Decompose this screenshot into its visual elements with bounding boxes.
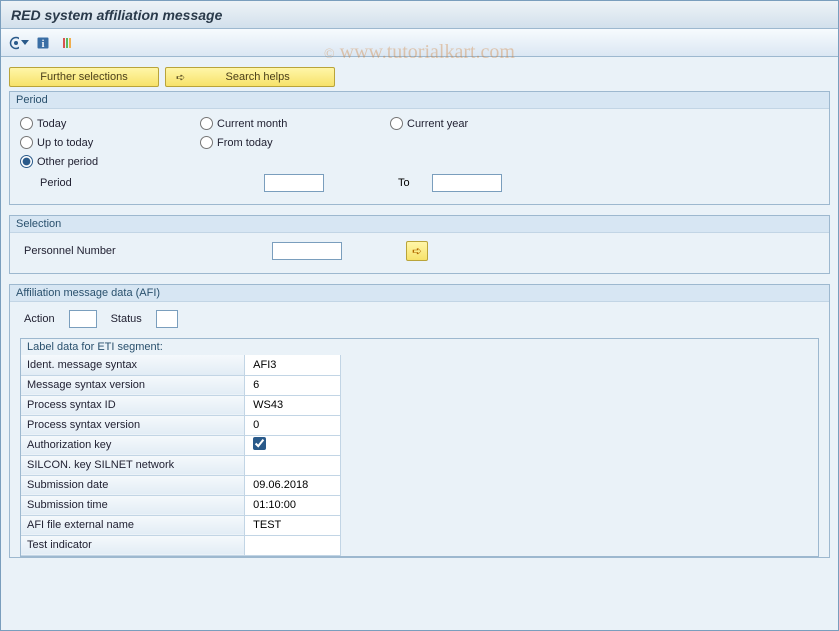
eti-field-value-cell	[245, 435, 341, 455]
further-selections-button[interactable]: Further selections	[9, 67, 159, 87]
eti-field-label: Message syntax version	[21, 375, 245, 395]
eti-field-input[interactable]	[251, 517, 334, 533]
eti-row: Ident. message syntax	[21, 355, 341, 375]
eti-field-label: Process syntax version	[21, 415, 245, 435]
eti-field-input[interactable]	[251, 377, 334, 393]
period-from-label: Period	[20, 177, 80, 189]
svg-text:i: i	[42, 39, 45, 50]
eti-row: AFI file external name	[21, 515, 341, 535]
multiple-selection-button[interactable]: ➪	[406, 241, 428, 261]
radio-today[interactable]: Today	[20, 117, 190, 130]
personnel-number-label: Personnel Number	[20, 245, 260, 257]
eti-field-label: Authorization key	[21, 435, 245, 455]
selection-group: Selection Personnel Number ➪	[9, 215, 830, 274]
selection-legend: Selection	[10, 216, 829, 233]
selection-buttons-row: Further selections ➪ Search helps	[9, 67, 830, 87]
eti-field-label: AFI file external name	[21, 515, 245, 535]
period-legend: Period	[10, 92, 829, 109]
eti-row: Process syntax version	[21, 415, 341, 435]
eti-field-input[interactable]	[251, 477, 334, 493]
eti-field-input[interactable]	[251, 417, 334, 433]
app-toolbar: i	[1, 29, 838, 57]
radio-current-month[interactable]: Current month	[200, 117, 380, 130]
eti-field-label: Submission time	[21, 495, 245, 515]
eti-row: Authorization key	[21, 435, 341, 455]
variant-icon[interactable]	[57, 34, 77, 52]
eti-field-input[interactable]	[251, 537, 334, 553]
radio-current-year[interactable]: Current year	[390, 117, 550, 130]
status-input[interactable]	[156, 310, 178, 328]
eti-group: Label data for ETI segment: Ident. messa…	[20, 338, 819, 557]
period-from-input[interactable]	[264, 174, 324, 192]
eti-field-label: Test indicator	[21, 535, 245, 555]
eti-field-input[interactable]	[251, 397, 334, 413]
page-title: RED system affiliation message	[11, 7, 222, 23]
eti-row: Message syntax version	[21, 375, 341, 395]
sap-window: © www.tutorialkart.com RED system affili…	[0, 0, 839, 631]
eti-field-value-cell	[245, 475, 341, 495]
eti-row: Test indicator	[21, 535, 341, 555]
eti-row: Submission date	[21, 475, 341, 495]
eti-field-input[interactable]	[251, 357, 334, 373]
eti-field-input[interactable]	[251, 457, 334, 473]
eti-field-table: Ident. message syntaxMessage syntax vers…	[21, 355, 341, 556]
eti-field-value-cell	[245, 355, 341, 375]
afi-legend: Affiliation message data (AFI)	[10, 285, 829, 302]
eti-field-value-cell	[245, 535, 341, 555]
eti-field-value-cell	[245, 375, 341, 395]
period-group: Period Today Current month Current year …	[9, 91, 830, 205]
eti-legend: Label data for ETI segment:	[21, 339, 818, 355]
search-helps-button[interactable]: ➪ Search helps	[165, 67, 335, 87]
eti-field-label: Ident. message syntax	[21, 355, 245, 375]
execute-icon[interactable]	[9, 34, 29, 52]
radio-other-period[interactable]: Other period	[20, 155, 190, 168]
period-to-label: To	[398, 177, 420, 189]
eti-row: Submission time	[21, 495, 341, 515]
eti-field-checkbox[interactable]	[253, 437, 266, 450]
arrow-right-icon: ➪	[412, 244, 422, 258]
action-label: Action	[24, 313, 55, 325]
eti-field-value-cell	[245, 515, 341, 535]
eti-row: SILCON. key SILNET network	[21, 455, 341, 475]
info-icon[interactable]: i	[33, 34, 53, 52]
title-bar: RED system affiliation message	[1, 1, 838, 29]
eti-row: Process syntax ID	[21, 395, 341, 415]
eti-field-label: Submission date	[21, 475, 245, 495]
eti-field-value-cell	[245, 395, 341, 415]
afi-group: Affiliation message data (AFI) Action St…	[9, 284, 830, 558]
eti-field-value-cell	[245, 495, 341, 515]
eti-field-label: Process syntax ID	[21, 395, 245, 415]
eti-field-input[interactable]	[251, 497, 334, 513]
radio-up-to-today[interactable]: Up to today	[20, 136, 190, 149]
eti-field-label: SILCON. key SILNET network	[21, 455, 245, 475]
eti-field-value-cell	[245, 415, 341, 435]
status-label: Status	[111, 313, 142, 325]
body: Further selections ➪ Search helps Period…	[1, 57, 838, 630]
action-input[interactable]	[69, 310, 97, 328]
arrow-right-icon: ➪	[176, 71, 185, 84]
radio-from-today[interactable]: From today	[200, 136, 380, 149]
period-to-input[interactable]	[432, 174, 502, 192]
personnel-number-input[interactable]	[272, 242, 342, 260]
eti-field-value-cell	[245, 455, 341, 475]
